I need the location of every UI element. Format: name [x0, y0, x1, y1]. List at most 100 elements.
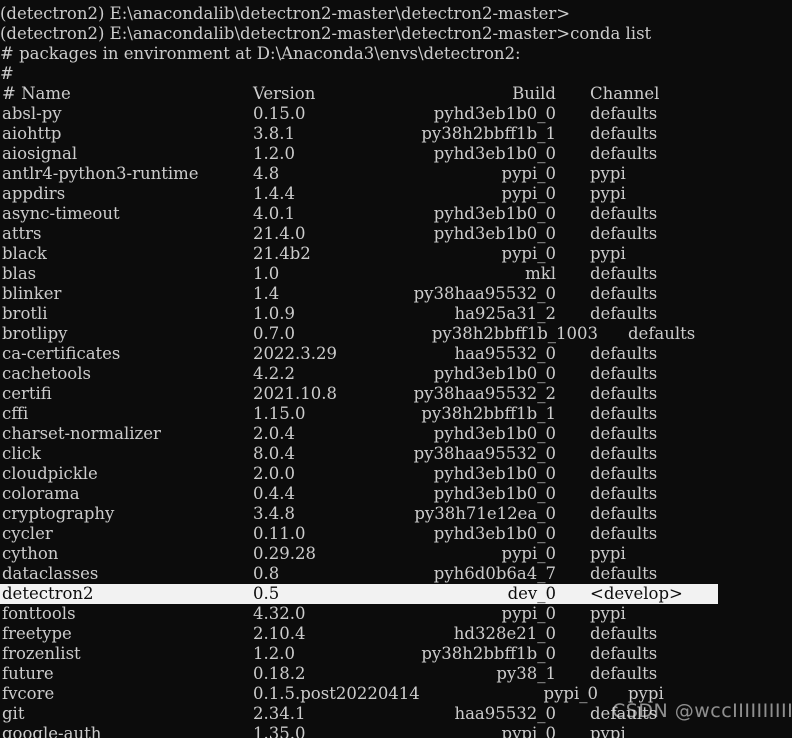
cell-package-name: absl-py [2, 104, 62, 123]
cell-version: 2.0.0 [253, 464, 295, 483]
table-row[interactable]: antlr4-python3-runtime 4.8 pypi_0 pypi [0, 164, 792, 184]
cell-version: 1.0 [253, 264, 280, 283]
cell-version: 0.4.4 [253, 484, 295, 503]
cell-package-name: attrs [2, 224, 42, 243]
cell-package-name: freetype [2, 624, 72, 643]
table-row[interactable]: freetype 2.10.4 hd328e21_0 defaults [0, 624, 792, 644]
cell-package-name: brotlipy [2, 324, 68, 343]
table-row[interactable]: future 0.18.2 py38_1 defaults [0, 664, 792, 684]
cell-channel: defaults [590, 224, 658, 243]
cell-build: pyhd3eb1b0_0 [433, 364, 556, 383]
table-row[interactable]: git 2.34.1 haa95532_0 defaults [0, 704, 792, 724]
comment-hash: # [0, 64, 14, 83]
terminal-window[interactable]: (detectron2) E:\anacondalib\detectron2-m… [0, 0, 792, 738]
comment-blank: # [0, 64, 792, 84]
cell-package-name: charset-normalizer [2, 424, 161, 443]
cell-channel: pypi [590, 544, 626, 563]
cell-build: mkl [525, 264, 556, 283]
cell-build: pypi_0 [501, 544, 556, 563]
cell-version: 3.8.1 [253, 124, 295, 143]
table-row[interactable]: fvcore 0.1.5.post20220414 pypi_0 pypi [0, 684, 792, 704]
prompt-line-2: (detectron2) E:\anacondalib\detectron2-m… [0, 24, 792, 44]
cell-package-name: black [2, 244, 47, 263]
table-row[interactable]: aiohttp 3.8.1 py38h2bbff1b_1 defaults [0, 124, 792, 144]
cell-build: py38haa95532_0 [413, 284, 556, 303]
cell-package-name: aiosignal [2, 144, 78, 163]
cell-build: py38h2bbff1b_0 [421, 644, 556, 663]
cell-version: 2.10.4 [253, 624, 306, 643]
cell-channel: defaults [590, 484, 658, 503]
table-row[interactable]: certifi 2021.10.8 py38haa95532_2 defaults [0, 384, 792, 404]
table-row[interactable]: absl-py 0.15.0 pyhd3eb1b0_0 defaults [0, 104, 792, 124]
package-list: absl-py 0.15.0 pyhd3eb1b0_0 defaults aiohttp… [0, 104, 792, 738]
cell-channel: pypi [590, 604, 626, 623]
table-row[interactable]: dataclasses 0.8 pyh6d0b6a4_7 defaults [0, 564, 792, 584]
cell-channel: defaults [590, 364, 658, 383]
cell-version: 21.4.0 [253, 224, 306, 243]
table-row[interactable]: click 8.0.4 py38haa95532_0 defaults [0, 444, 792, 464]
cell-package-name: async-timeout [2, 204, 120, 223]
table-row[interactable]: cachetools 4.2.2 pyhd3eb1b0_0 defaults [0, 364, 792, 384]
cell-package-name: appdirs [2, 184, 66, 203]
table-row[interactable]: detectron2 0.5 dev_0 <develop> [0, 584, 792, 604]
cell-package-name: ca-certificates [2, 344, 121, 363]
cell-version: 0.8 [253, 564, 280, 583]
table-row[interactable]: fonttools 4.32.0 pypi_0 pypi [0, 604, 792, 624]
cell-build: pypi_0 [501, 164, 556, 183]
cell-version: 1.15.0 [253, 404, 306, 423]
table-row[interactable]: aiosignal 1.2.0 pyhd3eb1b0_0 defaults [0, 144, 792, 164]
header-channel: Channel [590, 84, 660, 103]
table-row[interactable]: async-timeout 4.0.1 pyhd3eb1b0_0 defaults [0, 204, 792, 224]
cell-build: haa95532_0 [454, 344, 556, 363]
cell-version: 0.7.0 [253, 324, 295, 343]
table-row[interactable]: colorama 0.4.4 pyhd3eb1b0_0 defaults [0, 484, 792, 504]
cell-build: pyhd3eb1b0_0 [433, 424, 556, 443]
table-row[interactable]: cloudpickle 2.0.0 pyhd3eb1b0_0 defaults [0, 464, 792, 484]
cell-channel: defaults [590, 104, 658, 123]
table-row[interactable]: frozenlist 1.2.0 py38h2bbff1b_0 defaults [0, 644, 792, 664]
cell-channel: defaults [590, 504, 658, 523]
comment-text: # packages in environment at D:\Anaconda… [0, 44, 521, 63]
cell-build: pypi_0 [501, 244, 556, 263]
cell-channel: defaults [590, 524, 658, 543]
table-row[interactable]: google-auth 1.35.0 pypi_0 pypi [0, 724, 792, 738]
cell-package-name: cython [2, 544, 59, 563]
cell-build: py38h2bbff1b_1 [421, 404, 556, 423]
table-row[interactable]: cython 0.29.28 pypi_0 pypi [0, 544, 792, 564]
prompt-text: (detectron2) E:\anacondalib\detectron2-m… [0, 4, 571, 23]
table-row[interactable]: charset-normalizer 2.0.4 pyhd3eb1b0_0 defau… [0, 424, 792, 444]
cell-channel: defaults [590, 444, 658, 463]
cell-build: pyhd3eb1b0_0 [433, 484, 556, 503]
cell-build: pyh6d0b6a4_7 [433, 564, 556, 583]
cell-channel: defaults [590, 204, 658, 223]
table-header-row: # Name Version Build Channel [0, 84, 792, 104]
table-row[interactable]: ca-certificates 2022.3.29 haa95532_0 defaul… [0, 344, 792, 364]
cell-build: pyhd3eb1b0_0 [433, 204, 556, 223]
cell-channel: defaults [590, 284, 658, 303]
cell-package-name: aiohttp [2, 124, 62, 143]
table-row[interactable]: cryptography 3.4.8 py38h71e12ea_0 defaults [0, 504, 792, 524]
table-row[interactable]: brotli 1.0.9 ha925a31_2 defaults [0, 304, 792, 324]
cell-package-name: blinker [2, 284, 62, 303]
cell-version: 2.34.1 [253, 704, 306, 723]
cell-version: 1.35.0 [253, 724, 306, 738]
cell-build: pyhd3eb1b0_0 [433, 144, 556, 163]
table-row[interactable]: blas 1.0 mkl defaults [0, 264, 792, 284]
cell-channel: defaults [590, 384, 658, 403]
cell-channel: defaults [590, 144, 658, 163]
table-row[interactable]: brotlipy 0.7.0 py38h2bbff1b_1003 defaults [0, 324, 792, 344]
table-row[interactable]: cffi 1.15.0 py38h2bbff1b_1 defaults [0, 404, 792, 424]
cell-package-name: future [2, 664, 54, 683]
cell-channel: defaults [590, 624, 658, 643]
cell-package-name: fonttools [2, 604, 76, 623]
table-row[interactable]: black 21.4b2 pypi_0 pypi [0, 244, 792, 264]
cell-build: pypi_0 [501, 724, 556, 738]
table-row[interactable]: attrs 21.4.0 pyhd3eb1b0_0 defaults [0, 224, 792, 244]
table-row[interactable]: blinker 1.4 py38haa95532_0 defaults [0, 284, 792, 304]
table-row[interactable]: cycler 0.11.0 pyhd3eb1b0_0 defaults [0, 524, 792, 544]
table-row[interactable]: appdirs 1.4.4 pypi_0 pypi [0, 184, 792, 204]
cell-package-name: cffi [2, 404, 29, 423]
cell-channel: defaults [590, 264, 658, 283]
cell-build: dev_0 [507, 584, 556, 603]
prompt-text-with-command: (detectron2) E:\anacondalib\detectron2-m… [0, 24, 652, 43]
